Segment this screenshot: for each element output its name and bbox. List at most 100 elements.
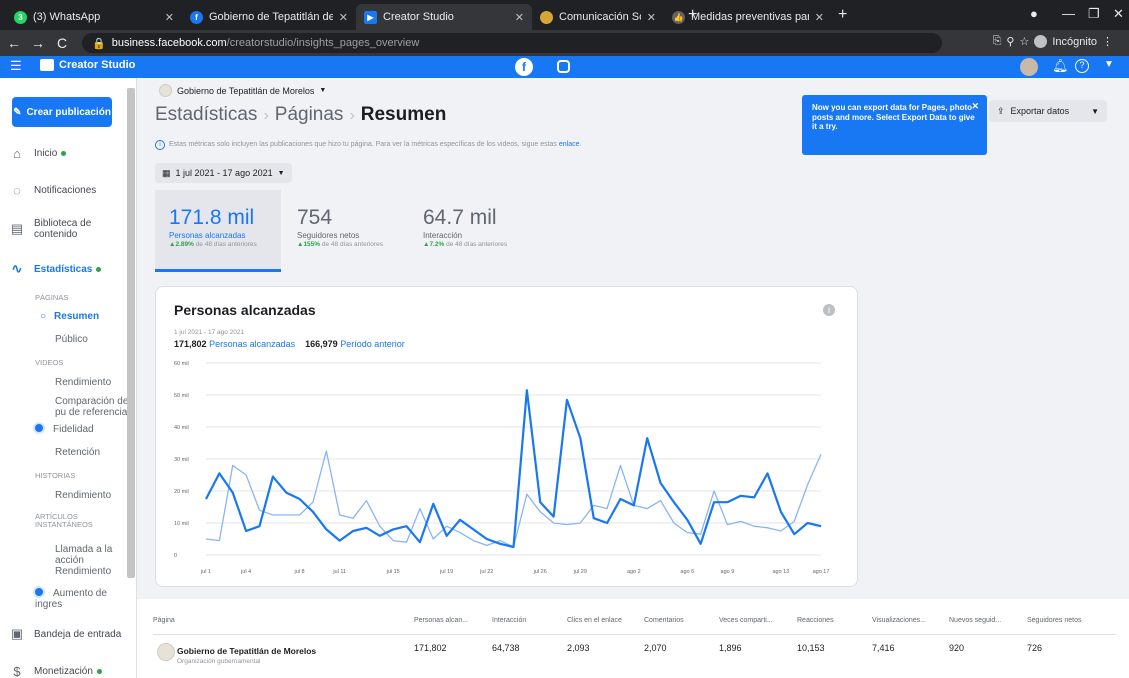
note-link[interactable]: enlace	[559, 141, 580, 148]
tab-medidas[interactable]: 👍 Medidas preventivas para evitar ✕	[664, 4, 832, 30]
hamburger-icon[interactable]: ☰	[10, 58, 22, 74]
info-icon[interactable]: i	[823, 304, 835, 316]
sidebar-item-comparacion[interactable]: Comparación de pu de referencia	[55, 396, 131, 418]
lock-icon: 🔒	[92, 37, 106, 50]
export-data-button[interactable]: ⇪ Exportar datos ▼	[989, 100, 1107, 122]
column-header[interactable]: Seguidores netos	[1027, 617, 1081, 624]
sidebar-item-inicio[interactable]: ⌂ Inicio	[0, 146, 126, 161]
sidebar-item-rendimiento-historias[interactable]: Rendimiento	[55, 490, 111, 501]
instagram-icon[interactable]	[557, 60, 570, 73]
y-tick-label: 10 mil	[174, 521, 189, 527]
chevron-down-icon: ▼	[319, 87, 327, 94]
close-icon[interactable]: ✕	[971, 101, 979, 112]
metric-interaccion[interactable]: 64.7 mil Interacción ▲7.2% de 48 días an…	[409, 190, 549, 272]
column-header[interactable]: Comentarios	[644, 617, 684, 624]
tab-comunicacion[interactable]: Comunicación Social | Gobierno ✕	[532, 4, 664, 30]
sidebar-item-aumento[interactable]: Aumento de ingres	[35, 588, 136, 610]
zoom-icon[interactable]: ⚲	[1006, 35, 1014, 48]
close-window-icon[interactable]: ✕	[1113, 6, 1124, 22]
column-header[interactable]: Nuevos seguid...	[949, 617, 1001, 624]
insights-icon: ∿	[11, 261, 23, 276]
chart-range: 1 jul 2021 - 17 ago 2021	[174, 329, 245, 336]
column-header[interactable]: Reacciones	[797, 617, 834, 624]
crumb-estadisticas[interactable]: Estadísticas	[155, 104, 257, 125]
x-tick-label: jul 1	[200, 569, 211, 575]
bell-icon[interactable]: 🔔︎	[1052, 58, 1069, 74]
chevron-right-icon: ›	[349, 107, 355, 124]
new-tab-button[interactable]: +	[838, 6, 847, 24]
x-tick-label: jul 19	[439, 569, 453, 575]
table-cell: 920	[949, 643, 965, 653]
browser-tab-bar: 3 (3) WhatsApp ✕ f Gobierno de Tepatitlá…	[0, 0, 1129, 30]
y-tick-label: 20 mil	[174, 489, 189, 495]
chevron-down-icon: ▼	[277, 169, 285, 177]
close-tab-icon[interactable]: ✕	[333, 11, 348, 24]
facebook-icon[interactable]: f	[515, 58, 533, 76]
menu-icon[interactable]: ⋮	[1102, 35, 1113, 48]
sidebar-item-biblioteca[interactable]: ▤ Biblioteca de contenido	[0, 218, 100, 240]
table-cell: 64,738	[492, 643, 520, 653]
sidebar-item-resumen[interactable]: ○ Resumen	[40, 311, 99, 322]
sidebar-item-rendimiento-articulos[interactable]: Rendimiento	[55, 566, 111, 577]
column-header[interactable]: Página	[153, 617, 175, 624]
sidebar-item-notificaciones[interactable]: ◌ Notificaciones	[0, 183, 126, 198]
column-header[interactable]: Veces comparti...	[719, 617, 773, 624]
forward-icon[interactable]: →	[28, 35, 48, 51]
sidebar: ✎ Crear publicación ⌂ Inicio ◌ Notificac…	[0, 78, 137, 678]
x-tick-label: jul 26	[533, 569, 547, 575]
emblem-icon	[540, 10, 553, 24]
app-brand[interactable]: Creator Studio	[40, 59, 135, 71]
page-avatar	[159, 84, 172, 97]
close-tab-icon[interactable]: ✕	[809, 11, 824, 24]
crumb-paginas[interactable]: Páginas	[275, 104, 344, 125]
tab-whatsapp[interactable]: 3 (3) WhatsApp ✕	[6, 4, 182, 30]
column-header[interactable]: Personas alcan...	[414, 617, 468, 624]
y-tick-label: 60 mil	[174, 361, 189, 367]
column-header[interactable]: Visualizaciones...	[872, 617, 926, 624]
sidebar-item-rendimiento-videos[interactable]: Rendimiento	[55, 377, 111, 388]
edit-icon: ✎	[13, 106, 22, 118]
date-range-picker[interactable]: ▦ 1 jul 2021 - 17 ago 2021 ▼	[155, 163, 292, 183]
sidebar-item-llamada[interactable]: Llamada a la acción	[55, 544, 136, 566]
profile-icon[interactable]: ●	[1030, 6, 1038, 21]
metric-seguidores-netos[interactable]: 754 Seguidores netos ▲155% de 48 días an…	[283, 190, 409, 272]
close-tab-icon[interactable]: ✕	[509, 11, 524, 24]
sidebar-scrollbar[interactable]	[127, 88, 135, 578]
metric-personas-alcanzadas[interactable]: 171.8 mil Personas alcanzadas ▲2.89% de …	[155, 190, 281, 272]
chevron-down-icon[interactable]: ▼	[1104, 59, 1114, 70]
sidebar-item-retencion[interactable]: Retención	[55, 447, 100, 458]
close-tab-icon[interactable]: ✕	[641, 11, 656, 24]
translate-icon[interactable]: ⎘	[993, 35, 1002, 48]
page-name[interactable]: Gobierno de Tepatitlán de Morelos	[177, 646, 316, 656]
reach-line-chart[interactable]: 0 10 mil 20 mil 30 mil 40 mil 50 mil 60 mil jul…	[156, 353, 856, 578]
incognito-indicator[interactable]: ⎘ ⚲ ☆ Incógnito ⋮	[993, 35, 1113, 48]
maximize-icon[interactable]: ❐	[1088, 6, 1100, 22]
minimize-icon[interactable]: —	[1062, 6, 1075, 21]
main-content: Gobierno de Tepatitlán de Morelos ▼ Esta…	[137, 78, 1129, 678]
close-tab-icon[interactable]: ✕	[159, 11, 174, 24]
reload-icon[interactable]: C	[52, 35, 72, 51]
table-cell: 171,802	[414, 643, 447, 653]
tab-creator-studio[interactable]: ▶ Creator Studio ✕	[356, 4, 532, 30]
help-icon[interactable]: ?	[1075, 59, 1089, 73]
star-icon[interactable]: ☆	[1019, 35, 1029, 48]
table-cell: 1,896	[719, 643, 742, 653]
create-post-button[interactable]: ✎ Crear publicación	[12, 97, 112, 127]
column-header[interactable]: Clics en el enlace	[567, 617, 622, 624]
url-input[interactable]: 🔒 business.facebook.com/creatorstudio/in…	[82, 33, 942, 53]
home-icon: ⌂	[13, 146, 21, 161]
chevron-down-icon[interactable]: ▼	[1091, 107, 1099, 116]
page-selector[interactable]: Gobierno de Tepatitlán de Morelos ▼	[159, 84, 326, 97]
sidebar-item-bandeja[interactable]: ▣ Bandeja de entrada	[0, 626, 126, 642]
info-icon: i	[155, 140, 165, 150]
section-heading: ARTÍCULOS INSTANTÁNEOS	[35, 512, 93, 530]
back-icon[interactable]: ←	[4, 35, 24, 51]
sidebar-item-publico[interactable]: Público	[55, 334, 88, 345]
sidebar-item-estadisticas[interactable]: ∿ Estadísticas	[0, 261, 126, 277]
avatar[interactable]	[1020, 58, 1038, 76]
sidebar-item-monetizacion[interactable]: $ Monetización	[0, 664, 126, 678]
bell-icon: ◌	[13, 183, 21, 198]
sidebar-item-fidelidad[interactable]: Fidelidad	[35, 424, 94, 435]
column-header[interactable]: Interacción	[492, 617, 526, 624]
tab-gobierno[interactable]: f Gobierno de Tepatitlán de Morel ✕	[182, 4, 356, 30]
